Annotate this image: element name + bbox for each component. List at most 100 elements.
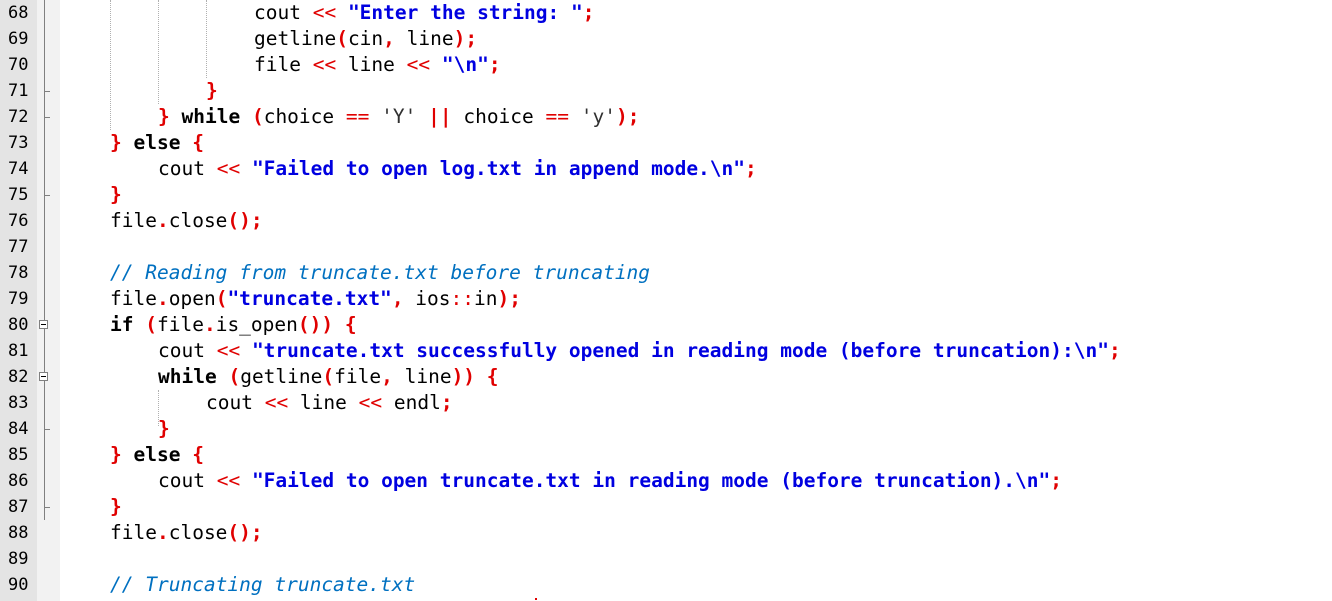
code-token: "Failed to open truncate.txt in reading … xyxy=(251,469,1051,492)
code-token: . xyxy=(156,209,169,232)
code-token: ; xyxy=(440,391,453,414)
code-text[interactable]: cout << "Failed to open log.txt in appen… xyxy=(158,156,757,182)
code-token: } xyxy=(110,443,122,466)
code-token: ; xyxy=(745,157,757,180)
code-token: ; xyxy=(1050,469,1063,492)
line-number: 89 xyxy=(8,549,29,569)
code-line: 74 cout << "Failed to open log.txt in app… xyxy=(0,156,1332,182)
code-token: cout xyxy=(158,469,217,492)
code-token: "Enter the string: " xyxy=(347,1,583,24)
code-text[interactable]: // Reading from truncate.txt before trun… xyxy=(110,260,650,286)
line-number: 82 xyxy=(8,367,29,387)
code-token: ; xyxy=(582,1,595,24)
code-token: } xyxy=(110,495,122,518)
code-line: 78 // Reading from truncate.txt before tr… xyxy=(0,260,1332,286)
code-line: 73} else { xyxy=(0,130,1332,156)
code-text[interactable]: while (getline(file, line)) { xyxy=(158,364,499,390)
line-number: 74 xyxy=(8,159,29,179)
code-line: 81 cout << "truncate.txt successfully ope… xyxy=(0,338,1332,364)
line-number: 83 xyxy=(8,393,29,413)
code-token: file xyxy=(334,365,382,388)
code-token: file xyxy=(110,287,157,310)
code-token: cout xyxy=(158,157,217,180)
code-text[interactable]: } xyxy=(158,416,170,442)
code-line: 83 cout << line << endl; xyxy=(0,390,1332,416)
code-line: 71} xyxy=(0,78,1332,104)
code-token: ); xyxy=(497,287,521,310)
line-number: 84 xyxy=(8,419,29,439)
code-line: 76 file.close(); xyxy=(0,208,1332,234)
line-number: 72 xyxy=(8,107,29,127)
code-token: , xyxy=(381,365,393,388)
code-token: getline xyxy=(240,365,323,388)
code-token: } xyxy=(110,183,122,206)
code-token: , xyxy=(383,27,395,50)
code-token: ; xyxy=(488,53,501,76)
code-editor[interactable]: 68 cout << "Enter the string: "; 69 getline… xyxy=(0,0,1332,601)
code-text[interactable]: if (file.is_open()) { xyxy=(110,312,357,338)
code-text[interactable]: } else { xyxy=(110,442,204,468)
code-token: << xyxy=(312,1,337,24)
code-line: 80 if (file.is_open()) { xyxy=(0,312,1332,338)
code-token: if xyxy=(110,313,134,336)
code-token: . xyxy=(203,313,216,336)
code-token: endl xyxy=(382,391,441,414)
code-token: file xyxy=(110,521,157,544)
code-text[interactable]: getline(cin, line); xyxy=(254,26,477,52)
code-token: ; xyxy=(1108,339,1121,362)
code-text[interactable]: // Truncating truncate.txt xyxy=(110,572,415,598)
line-number: 68 xyxy=(8,3,29,23)
fold-collapse-icon[interactable] xyxy=(39,372,48,381)
line-number: 79 xyxy=(8,289,29,309)
code-text[interactable]: cout << "Failed to open truncate.txt in … xyxy=(158,468,1062,494)
code-token: } xyxy=(110,131,122,154)
code-text[interactable]: } xyxy=(206,78,218,104)
code-token: { xyxy=(192,443,204,466)
code-token: in xyxy=(474,287,498,310)
code-token: 'Y' xyxy=(381,105,417,128)
code-text[interactable]: file.open("truncate.txt", ios::in); xyxy=(110,286,521,312)
code-text[interactable]: file.close(); xyxy=(110,208,263,234)
fold-end-marker xyxy=(44,195,50,196)
line-number: 81 xyxy=(8,341,29,361)
code-text[interactable]: } else { xyxy=(110,130,204,156)
code-line: 72 } while (choice == 'Y' || choice == 'y… xyxy=(0,104,1332,130)
code-token: ()) xyxy=(297,313,334,336)
code-token: "truncate.txt" xyxy=(227,287,392,310)
code-token: getline xyxy=(254,27,337,50)
code-text[interactable]: } xyxy=(110,494,122,520)
code-token: is_open xyxy=(215,313,298,336)
code-text[interactable]: } while (choice == 'Y' || choice == 'y')… xyxy=(158,104,639,130)
code-token: // Truncating truncate.txt xyxy=(110,573,416,596)
code-token: ( xyxy=(336,27,348,50)
code-line: 85} else { xyxy=(0,442,1332,468)
code-token: ( xyxy=(145,313,157,336)
code-text[interactable]: file << line << "\n"; xyxy=(254,52,501,78)
code-token: while xyxy=(169,105,241,128)
fold-end-marker xyxy=(44,91,50,92)
code-token: || xyxy=(428,105,452,128)
code-line: 69 getline(cin, line); xyxy=(0,26,1332,52)
code-text[interactable]: cout << line << endl; xyxy=(206,390,453,416)
code-token: . xyxy=(156,521,169,544)
code-token: << xyxy=(406,53,431,76)
line-number: 75 xyxy=(8,185,29,205)
code-text[interactable]: cout << "Enter the string: "; xyxy=(254,0,595,26)
code-text[interactable]: } xyxy=(110,182,122,208)
code-token: line xyxy=(288,391,359,414)
code-text[interactable]: file.close(); xyxy=(110,520,263,546)
code-token: { xyxy=(486,365,499,388)
code-token: ( xyxy=(322,365,335,388)
line-number: 86 xyxy=(8,471,29,491)
code-token: << xyxy=(216,157,241,180)
code-token: else xyxy=(121,443,181,466)
fold-tree-line xyxy=(44,0,45,520)
fold-collapse-icon[interactable] xyxy=(39,320,48,329)
code-text[interactable]: cout << "truncate.txt successfully opene… xyxy=(158,338,1121,364)
